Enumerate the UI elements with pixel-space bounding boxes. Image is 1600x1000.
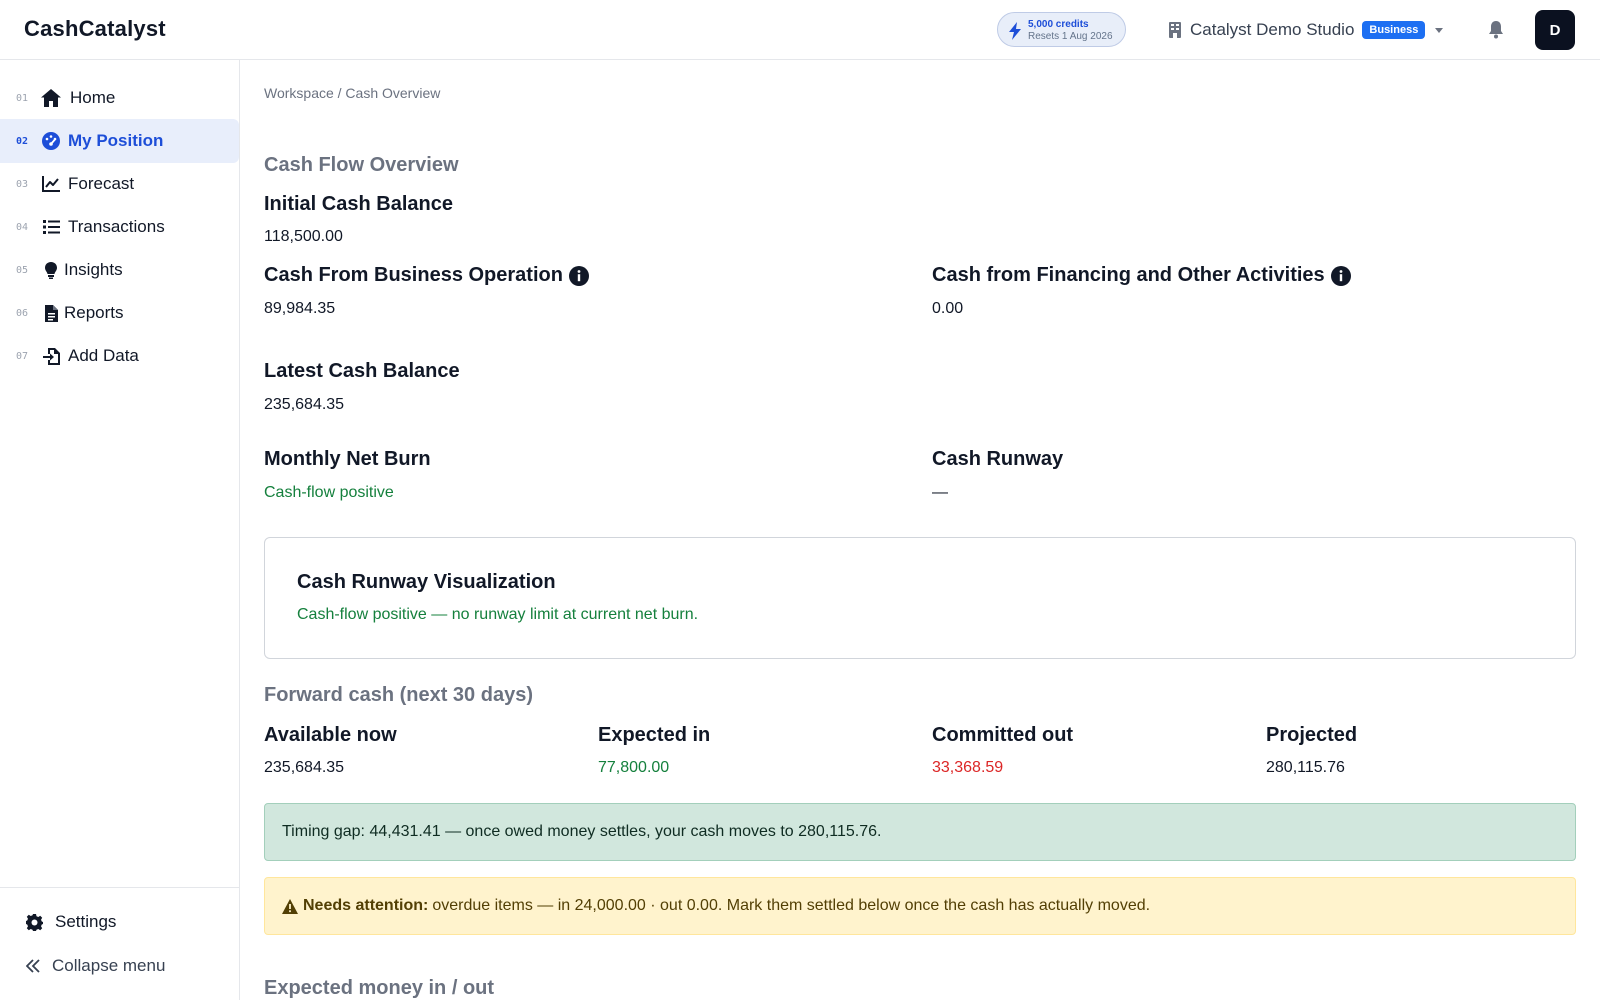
nav-number: 06 xyxy=(16,307,29,319)
sidebar-item-label: Insights xyxy=(64,260,123,279)
sidebar-item-label: Reports xyxy=(64,303,124,322)
cash-from-financing-value: 0.00 xyxy=(932,300,964,317)
collapse-menu-label: Collapse menu xyxy=(52,956,166,975)
sidebar-item-label: My Position xyxy=(68,131,164,150)
sidebar-item-forecast[interactable]: 03 Forecast xyxy=(0,162,239,206)
sidebar-item-label: Transactions xyxy=(68,217,165,236)
settings-button[interactable]: Settings xyxy=(26,910,116,934)
metric-label-text: Committed out xyxy=(932,724,1074,746)
committed-out-label: Committed out xyxy=(932,724,1073,747)
sidebar-item-reports[interactable]: 06 Reports xyxy=(0,291,239,335)
metric-label-text: Initial Cash Balance xyxy=(264,193,453,215)
metric-label-text: Cash Runway xyxy=(932,448,1064,470)
gauge-icon xyxy=(41,131,61,151)
expected-in-label: Expected in xyxy=(598,724,710,747)
credits-pill[interactable]: 5,000 credits Resets 1 Aug 2026 xyxy=(997,12,1126,47)
warning-icon xyxy=(282,898,298,914)
timing-gap-alert: Timing gap: 44,431.41 — once owed money … xyxy=(264,803,1576,861)
metric-label-text: Available now xyxy=(264,724,397,746)
available-now-label: Available now xyxy=(264,724,397,747)
expected-money-title: Expected money in / out xyxy=(264,977,495,999)
bolt-icon xyxy=(1009,22,1021,40)
monthly-net-burn-value: Cash-flow positive xyxy=(264,484,394,501)
metric-label-text: Expected in xyxy=(598,724,711,746)
org-name: Catalyst Demo Studio xyxy=(1190,20,1355,39)
initial-cash-balance-label: Initial Cash Balance xyxy=(264,193,453,216)
document-icon xyxy=(41,303,61,323)
brand-logo[interactable]: CashCatalyst xyxy=(24,16,166,42)
forward-cash-title: Forward cash (next 30 days) xyxy=(264,684,533,706)
gear-icon xyxy=(26,913,43,931)
nav-number: 01 xyxy=(16,92,29,104)
monthly-net-burn-label: Monthly Net Burn xyxy=(264,448,431,471)
lightbulb-icon xyxy=(41,260,61,280)
cash-from-business-value: 89,984.35 xyxy=(264,300,336,317)
org-switcher[interactable]: Catalyst Demo Studio Business xyxy=(1168,18,1444,42)
bell-icon[interactable] xyxy=(1488,21,1504,39)
expected-in-value: 77,800.00 xyxy=(598,759,670,776)
info-icon[interactable] xyxy=(1330,265,1351,286)
card-title: Cash Runway Visualization xyxy=(297,571,556,593)
cash-runway-value: — xyxy=(932,484,948,501)
available-now-value: 235,684.35 xyxy=(264,759,345,776)
avatar[interactable]: D xyxy=(1535,10,1575,50)
metric-label-text: Cash from Financing and Other Activities xyxy=(932,264,1325,286)
sidebar-item-label: Add Data xyxy=(68,346,139,365)
collapse-menu-button[interactable]: Collapse menu xyxy=(26,954,165,978)
latest-cash-balance-value: 235,684.35 xyxy=(264,396,345,413)
attention-title: Needs attention: xyxy=(303,897,429,914)
nav-number: 03 xyxy=(16,178,29,190)
nav-number: 05 xyxy=(16,264,29,276)
projected-value: 280,115.76 xyxy=(1266,759,1345,776)
cash-from-financing-label: Cash from Financing and Other Activities xyxy=(932,264,1351,287)
nav-number: 04 xyxy=(16,221,29,233)
top-bar: CashCatalyst 5,000 credits Resets 1 Aug … xyxy=(0,0,1600,60)
cash-from-business-label: Cash From Business Operation xyxy=(264,264,589,287)
sidebar-divider xyxy=(0,887,239,888)
nav-number: 02 xyxy=(16,135,29,147)
building-icon xyxy=(1169,22,1181,38)
metric-label-text: Latest Cash Balance xyxy=(264,360,460,382)
cash-runway-visualization-card: Cash Runway Visualization Cash-flow posi… xyxy=(264,537,1576,659)
plan-badge: Business xyxy=(1362,21,1426,39)
timing-gap-text: Timing gap: 44,431.41 — once owed money … xyxy=(282,823,882,840)
sidebar-item-transactions[interactable]: 04 Transactions xyxy=(0,205,239,249)
card-message: Cash-flow positive — no runway limit at … xyxy=(297,606,699,623)
sidebar-item-label: Forecast xyxy=(68,174,135,193)
nav-number: 07 xyxy=(16,350,29,362)
metric-label-text: Projected xyxy=(1266,724,1358,746)
sidebar-item-my-position[interactable]: 02 My Position xyxy=(0,119,239,163)
needs-attention-alert: Needs attention: overdue items — in 24,0… xyxy=(264,877,1576,935)
list-icon xyxy=(41,217,61,237)
double-chevron-left-icon xyxy=(26,959,40,973)
home-icon xyxy=(41,88,61,108)
sidebar-item-label: Home xyxy=(70,88,116,107)
credits-reset-date: Resets 1 Aug 2026 xyxy=(1028,31,1113,42)
sidebar: 01 Home 02 My Position 03 Forecast 04 Tr… xyxy=(0,60,240,1000)
sidebar-item-insights[interactable]: 05 Insights xyxy=(0,248,239,292)
cash-runway-label: Cash Runway xyxy=(932,448,1063,471)
projected-label: Projected xyxy=(1266,724,1357,747)
credits-amount: 5,000 credits xyxy=(1028,19,1089,30)
line-chart-icon xyxy=(41,174,61,194)
info-icon[interactable] xyxy=(568,265,589,286)
sidebar-item-home[interactable]: 01 Home xyxy=(0,76,239,120)
cash-flow-overview-title: Cash Flow Overview xyxy=(264,154,459,176)
metric-label-text: Monthly Net Burn xyxy=(264,448,431,470)
metric-label-text: Cash From Business Operation xyxy=(264,264,563,286)
settings-label: Settings xyxy=(55,912,117,931)
sidebar-item-add-data[interactable]: 07 Add Data xyxy=(0,334,239,378)
chevron-down-icon xyxy=(1435,27,1444,33)
attention-text: overdue items — in 24,000.00 · out 0.00.… xyxy=(432,897,1151,914)
initial-cash-balance-value: 118,500.00 xyxy=(264,228,343,245)
import-icon xyxy=(41,346,61,366)
breadcrumb[interactable]: Workspace / Cash Overview xyxy=(264,85,440,101)
latest-cash-balance-label: Latest Cash Balance xyxy=(264,360,460,383)
committed-out-value: 33,368.59 xyxy=(932,759,1004,776)
